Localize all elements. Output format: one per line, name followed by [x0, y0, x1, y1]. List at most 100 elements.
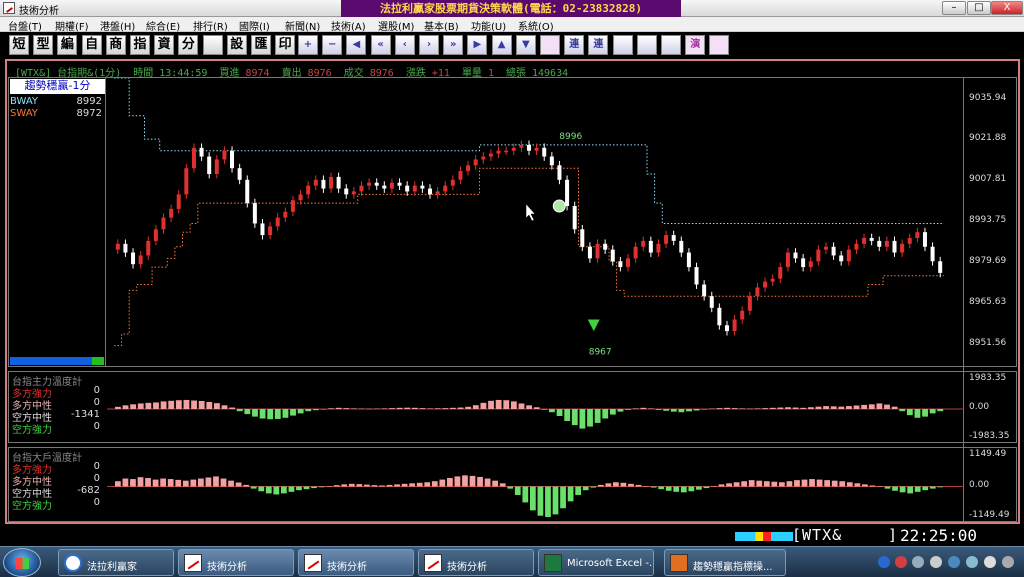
- toolbar-button[interactable]: 設: [226, 35, 247, 55]
- menu-item[interactable]: 功能(U): [471, 18, 506, 33]
- taskbar-item[interactable]: 技術分析: [298, 549, 414, 576]
- menu-item[interactable]: 國際(I): [239, 18, 270, 33]
- toolbar-button[interactable]: 印: [275, 35, 296, 55]
- toolbar-button[interactable]: [202, 35, 223, 55]
- menu-item[interactable]: 新聞(N): [285, 18, 320, 33]
- menu-item[interactable]: 基本(B): [424, 18, 459, 33]
- bull-bar: [130, 479, 136, 487]
- toolbar-nav-button[interactable]: [709, 35, 730, 55]
- toolbar-nav-button[interactable]: ◀: [346, 35, 367, 55]
- toolbar-nav-button[interactable]: +: [298, 35, 318, 55]
- menu-item[interactable]: 系統(O): [518, 18, 554, 33]
- bull-bar: [243, 484, 250, 487]
- bull-bar: [613, 482, 619, 487]
- bear-bar: [244, 409, 251, 415]
- volume-icon[interactable]: [984, 556, 996, 568]
- up-candle: [458, 171, 463, 180]
- toolbar-button[interactable]: 編: [57, 35, 78, 55]
- main-force-chart[interactable]: [107, 372, 964, 442]
- menu-item[interactable]: 綜合(E): [146, 18, 180, 33]
- bear-bar: [688, 486, 695, 492]
- monitor-icon[interactable]: [966, 556, 978, 568]
- toolbar-button[interactable]: 分: [178, 35, 199, 55]
- bull-bar: [379, 485, 385, 487]
- bear-bar: [305, 409, 312, 412]
- bear-bar: [609, 409, 616, 415]
- symbol-input[interactable]: [WTX&: [792, 526, 842, 544]
- taskbar-item[interactable]: 技術分析: [418, 549, 534, 576]
- taskbar-item[interactable]: 趨勢穩贏指標操...: [664, 549, 786, 576]
- menu-item[interactable]: 期權(F): [55, 18, 89, 33]
- scroll-track[interactable]: [10, 357, 94, 365]
- up-candle: [884, 240, 889, 247]
- toolbar-nav-button[interactable]: »: [443, 35, 464, 55]
- taskbar-label: 法拉利贏家: [87, 562, 137, 573]
- menu-item[interactable]: 台盤(T): [8, 18, 42, 33]
- toolbar-button[interactable]: 指: [130, 35, 150, 55]
- bull-bar: [510, 401, 517, 409]
- flag-icon[interactable]: [948, 556, 960, 568]
- close-button[interactable]: X: [991, 1, 1023, 15]
- bull-bar: [526, 405, 533, 409]
- big-trader-chart[interactable]: [107, 448, 964, 521]
- menu-item[interactable]: 港盤(H): [100, 18, 135, 33]
- price-chart[interactable]: 8996 8967: [106, 78, 963, 366]
- app-chart-icon: [3, 2, 15, 14]
- toolbar-nav-button[interactable]: −: [322, 35, 343, 55]
- bear-bar: [686, 409, 692, 412]
- toolbar-nav-button[interactable]: [661, 35, 681, 55]
- keyboard-icon[interactable]: [912, 556, 924, 568]
- menu-bar: 台盤(T) 期權(F) 港盤(H) 綜合(E) 排行(R) 國際(I) 新聞(N) 技術(A)…: [0, 17, 1024, 33]
- bull-bar: [404, 407, 411, 409]
- toolbar-button[interactable]: 型: [33, 35, 54, 55]
- low-label: 8967: [589, 347, 612, 357]
- minimize-button[interactable]: –: [942, 1, 966, 15]
- menu-item[interactable]: 選股(M): [378, 18, 414, 33]
- toolbar-button[interactable]: 短: [9, 35, 29, 55]
- taskbar-label: 技術分析: [207, 562, 247, 573]
- up-candle: [306, 185, 311, 195]
- bear-bar: [507, 486, 514, 489]
- toolbar-nav-button[interactable]: ▶: [467, 35, 488, 55]
- toolbar-button[interactable]: 資: [154, 35, 175, 55]
- toolbar-nav-button[interactable]: ▲: [491, 35, 512, 55]
- bear-bar: [571, 409, 578, 426]
- toolbar-nav-button[interactable]: [636, 35, 657, 55]
- toolbar-button[interactable]: 匯: [251, 35, 271, 55]
- taskbar-item[interactable]: 法拉利贏家: [58, 549, 174, 576]
- toolbar-nav-button[interactable]: ‹: [394, 35, 415, 55]
- menu-item[interactable]: 排行(R): [193, 18, 228, 33]
- taskbar-item[interactable]: 技術分析: [178, 549, 294, 576]
- up-candle: [412, 185, 417, 192]
- taskbar-item[interactable]: Microsoft Excel -...: [538, 549, 654, 576]
- bull-bar: [130, 404, 137, 409]
- speaker-icon[interactable]: [1002, 556, 1014, 568]
- maximize-button[interactable]: □: [967, 1, 991, 15]
- toolbar-nav-button[interactable]: 連: [564, 35, 585, 55]
- toolbar-nav-button[interactable]: 演: [685, 35, 706, 55]
- toolbar-nav-button[interactable]: ›: [419, 35, 439, 55]
- toolbar-nav-button[interactable]: [540, 35, 560, 55]
- toolbar-button[interactable]: 自: [81, 35, 102, 55]
- down-candle: [648, 240, 653, 253]
- toolbar-button[interactable]: 商: [105, 35, 126, 55]
- network-icon[interactable]: [930, 556, 942, 568]
- toolbar-nav-button[interactable]: ▼: [515, 35, 536, 55]
- start-button[interactable]: [3, 548, 41, 577]
- indicator-title[interactable]: 趨勢穩贏-1分: [10, 79, 105, 94]
- toolbar-nav-button[interactable]: «: [370, 35, 391, 55]
- scroll-thumb[interactable]: [92, 357, 104, 365]
- bull-bar: [213, 403, 220, 409]
- toolbar-nav-button[interactable]: 連: [588, 35, 609, 55]
- bear-bar: [288, 486, 295, 492]
- down-candle: [237, 168, 242, 180]
- down-candle: [131, 252, 136, 265]
- bull-bar: [794, 480, 800, 487]
- ime-icon[interactable]: [895, 556, 907, 568]
- bull-bar: [628, 483, 634, 487]
- toolbar-nav-button[interactable]: [612, 35, 633, 55]
- bull-bar: [160, 478, 167, 487]
- bear-bar: [914, 409, 921, 418]
- help-icon[interactable]: [878, 556, 890, 568]
- menu-item[interactable]: 技術(A): [331, 18, 366, 33]
